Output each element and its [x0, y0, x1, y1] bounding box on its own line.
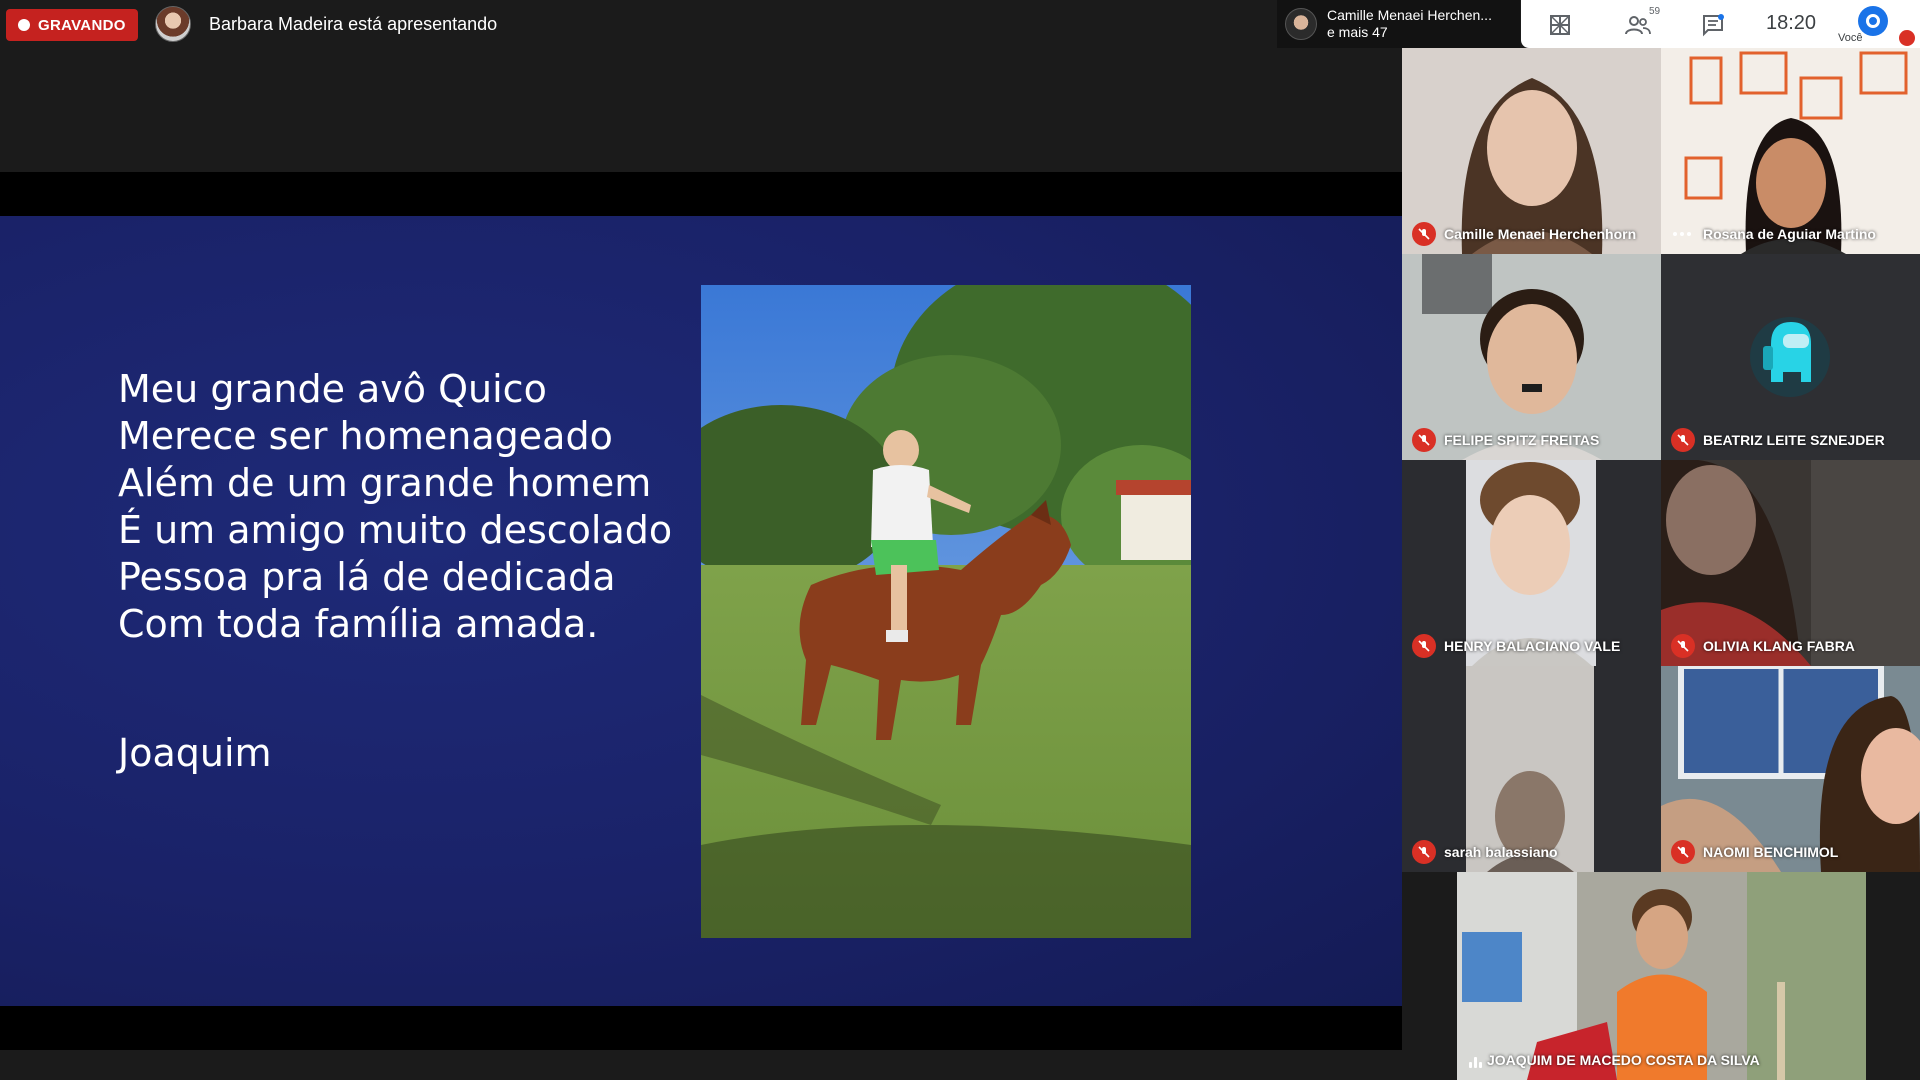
people-icon [1625, 16, 1651, 35]
participant-video [1457, 872, 1866, 1080]
participant-tile[interactable]: Rosana de Aguiar Martino [1661, 48, 1920, 254]
poem-line: Com toda família amada. [118, 602, 599, 646]
presenter-avatar [155, 6, 191, 42]
recording-badge[interactable]: GRAVANDO [6, 9, 138, 41]
mic-off-icon [1412, 634, 1436, 658]
participant-video [1402, 666, 1661, 872]
participant-name: FELIPE SPITZ FREITAS [1444, 432, 1600, 448]
chat-icon [1703, 14, 1724, 37]
mic-off-icon [1671, 428, 1695, 452]
participant-name: BEATRIZ LEITE SZNEJDER [1703, 432, 1885, 448]
participant-tile[interactable]: NAOMI BENCHIMOL [1661, 666, 1920, 872]
self-mic-off-icon [1899, 30, 1915, 46]
meeting-clock: 18:20 [1766, 12, 1817, 34]
participant-tile[interactable]: Camille Menaei Herchenhorn [1402, 48, 1661, 254]
participant-tile[interactable]: FELIPE SPITZ FREITAS [1402, 254, 1661, 460]
participants-count: 59 [1649, 6, 1661, 17]
participant-tile[interactable]: BEATRIZ LEITE SZNEJDER [1661, 254, 1920, 460]
grid-layout-icon [1550, 15, 1570, 35]
record-dot-icon [18, 19, 30, 31]
mic-off-icon [1412, 428, 1436, 452]
active-speaker-name: Camille Menaei Herchen... [1327, 7, 1492, 23]
participant-name: NAOMI BENCHIMOL [1703, 844, 1839, 860]
participant-video [1661, 666, 1920, 872]
active-speaker-more: e mais 47 [1327, 24, 1388, 40]
participant-tile-speaking[interactable]: JOAQUIM DE MACEDO COSTA DA SILVA [1457, 872, 1866, 1080]
participant-tile[interactable]: OLIVIA KLANG FABRA [1661, 460, 1920, 666]
meet-window: GRAVANDO Barbara Madeira está apresentan… [0, 0, 1920, 1080]
participant-tile[interactable]: HENRY BALACIANO VALE [1402, 460, 1661, 666]
self-camera-icon [1866, 14, 1880, 28]
letterbox-bottom [0, 1006, 1402, 1050]
poem-line: Pessoa pra lá de dedicada [118, 555, 616, 599]
participant-video [1402, 48, 1661, 254]
participant-video [1402, 254, 1661, 460]
participant-video [1661, 460, 1920, 666]
poem-line: Meu grande avô Quico [118, 367, 547, 411]
self-label: Você [1838, 32, 1863, 44]
recording-label: GRAVANDO [38, 16, 126, 34]
participant-video [1661, 48, 1920, 254]
self-avatar[interactable] [1858, 6, 1888, 36]
poem-text: Meu grande avô Quico Merece ser homenage… [118, 366, 672, 648]
presenter-banner: Barbara Madeira está apresentando [155, 6, 497, 42]
participant-name: JOAQUIM DE MACEDO COSTA DA SILVA [1487, 1052, 1760, 1068]
presentation-area: Meu grande avô Quico Merece ser homenage… [0, 48, 1402, 1080]
letterbox-top [0, 172, 1402, 216]
poem-line: Merece ser homenageado [118, 414, 613, 458]
more-options-icon[interactable] [1673, 232, 1691, 236]
presentation-slide: Meu grande avô Quico Merece ser homenage… [0, 216, 1402, 1006]
poem-author: Joaquim [118, 731, 272, 775]
grandfather-on-horse-photo [701, 285, 1191, 938]
participant-name: Rosana de Aguiar Martino [1703, 226, 1876, 242]
participant-name: HENRY BALACIANO VALE [1444, 638, 1621, 654]
participant-name: OLIVIA KLANG FABRA [1703, 638, 1855, 654]
layout-button[interactable] [1543, 8, 1577, 42]
mic-off-icon [1412, 222, 1436, 246]
chat-button[interactable] [1696, 8, 1730, 42]
active-speaker-info: Camille Menaei Herchen... e mais 47 [1327, 7, 1492, 41]
presenter-text: Barbara Madeira está apresentando [209, 13, 498, 34]
mic-off-icon [1412, 840, 1436, 864]
participant-video [1402, 460, 1661, 666]
participant-tile[interactable]: sarah balassiano [1402, 666, 1661, 872]
active-speaker-avatar [1285, 8, 1317, 40]
mic-off-icon [1671, 840, 1695, 864]
participant-avatar [1750, 317, 1830, 397]
speaking-indicator-icon [1469, 1057, 1482, 1068]
poem-line: Além de um grande homem [118, 461, 652, 505]
participant-name: sarah balassiano [1444, 844, 1558, 860]
participant-name: Camille Menaei Herchenhorn [1444, 226, 1637, 242]
active-speaker-chip[interactable]: Camille Menaei Herchen... e mais 47 [1277, 0, 1520, 48]
mic-off-icon [1671, 634, 1695, 658]
poem-line: É um amigo muito descolado [118, 508, 673, 552]
